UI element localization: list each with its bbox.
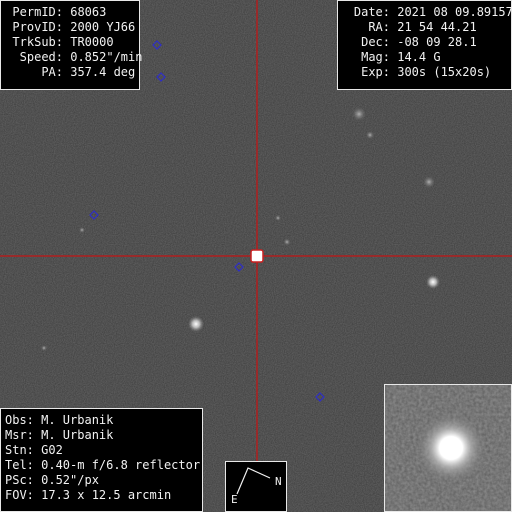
station-row: Stn: G02 xyxy=(5,443,63,457)
info-row: Dec: -08 09 28.1 xyxy=(342,35,511,50)
info-row: Exp: 300s (15x20s) xyxy=(342,65,511,80)
field-star xyxy=(423,176,435,188)
field-star xyxy=(79,227,85,233)
info-row: ProvID: 2000 YJ66 xyxy=(5,20,139,35)
info-row: Date: 2021 08 09.89157 xyxy=(342,5,512,20)
info-row: PA: 357.4 deg xyxy=(5,65,139,80)
info-label: Speed: xyxy=(19,50,63,64)
info-value: 357.4 deg xyxy=(70,65,136,79)
info-label: PA: xyxy=(41,65,63,79)
info-value: 21 54 44.21 xyxy=(397,20,477,34)
field-star xyxy=(366,131,374,139)
info-label: PermID: xyxy=(12,5,63,19)
info-value: 68063 xyxy=(70,5,107,19)
station-row: Tel: 0.40-m f/6.8 reflector xyxy=(5,458,201,472)
info-label: ProvID: xyxy=(12,20,63,34)
info-row: PermID: 68063 xyxy=(5,5,139,20)
info-value: 0.852"/min xyxy=(70,50,143,64)
info-value: 14.4 G xyxy=(397,50,441,64)
info-label: Mag: xyxy=(361,50,390,64)
info-row: Speed: 0.852"/min xyxy=(5,50,143,65)
info-row: TrkSub: TR0000 xyxy=(5,35,139,50)
target-zoom-inset xyxy=(384,384,512,512)
station-row: PSc: 0.52"/px xyxy=(5,473,99,487)
compass-panel: N E xyxy=(225,461,287,512)
observation-info-panel: Date: 2021 08 09.89157 RA: 21 54 44.21 D… xyxy=(337,0,512,90)
compass-north-label: N xyxy=(275,475,282,488)
target-info-panel: PermID: 68063 ProvID: 2000 YJ66 TrkSub: … xyxy=(0,0,143,90)
field-star xyxy=(352,107,366,121)
info-label: TrkSub: xyxy=(12,35,63,49)
field-star xyxy=(283,238,291,246)
station-row: Obs: M. Urbanik xyxy=(5,413,114,427)
target-zoom-image xyxy=(385,385,511,511)
field-star xyxy=(426,275,440,289)
info-label: Exp: xyxy=(361,65,390,79)
info-value: 2000 YJ66 xyxy=(70,20,136,34)
target-zoom-star xyxy=(415,412,487,484)
field-star xyxy=(41,345,47,351)
info-label: Date: xyxy=(353,5,390,19)
station-row: FOV: 17.3 x 12.5 arcmin xyxy=(5,488,172,502)
compass-east-label: E xyxy=(231,493,238,506)
station-info-panel: Obs: M. Urbanik Msr: M. Urbanik Stn: G02… xyxy=(0,408,203,512)
info-label: RA: xyxy=(368,20,390,34)
info-value: 2021 08 09.89157 xyxy=(397,5,512,19)
info-value: 300s (15x20s) xyxy=(397,65,492,79)
station-row: Msr: M. Urbanik xyxy=(5,428,114,442)
info-value: -08 09 28.1 xyxy=(397,35,477,49)
info-label: Dec: xyxy=(361,35,390,49)
field-star xyxy=(275,215,281,221)
target-asteroid[interactable] xyxy=(250,249,264,263)
info-row: Mag: 14.4 G xyxy=(342,50,511,65)
info-value: TR0000 xyxy=(70,35,114,49)
astrometry-viewer: PermID: 68063 ProvID: 2000 YJ66 TrkSub: … xyxy=(0,0,512,512)
info-row: RA: 21 54 44.21 xyxy=(342,20,511,35)
field-star xyxy=(188,316,204,332)
target-asteroid-marker[interactable] xyxy=(250,249,264,263)
